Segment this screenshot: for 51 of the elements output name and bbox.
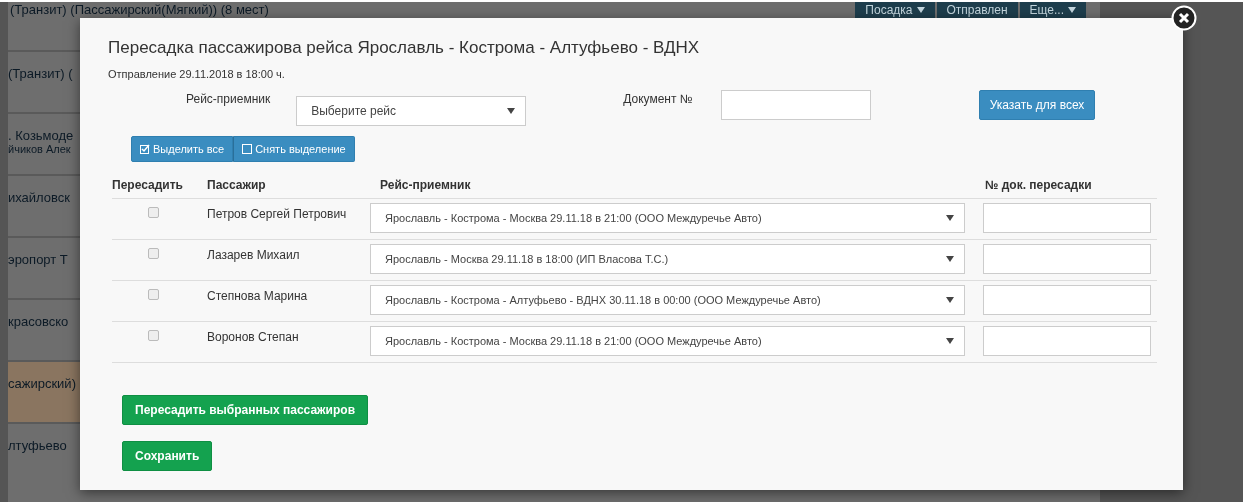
column-header: Рейс-приемник <box>370 174 975 199</box>
caret-icon <box>946 256 954 262</box>
trip-select[interactable]: Ярославль - Москва 29.11.18 в 18:00 (ИП Власова Т.С.) <box>370 244 965 274</box>
column-header: Пересадить <box>112 174 195 199</box>
caret-icon <box>916 7 925 13</box>
status-button[interactable]: Посадка <box>855 2 935 18</box>
row-text: красовско <box>8 314 69 329</box>
trip-select[interactable]: Выберите рейс <box>296 96 527 126</box>
column-header: Пассажир <box>195 174 370 199</box>
passenger-name: Степнова Марина <box>206 288 309 303</box>
caret-icon <box>507 108 516 114</box>
close-icon[interactable] <box>1171 5 1197 31</box>
document-input[interactable] <box>983 285 1151 315</box>
trip-select[interactable]: Ярославль - Кострома - Москва 29.11.18 в 21:00 (ООО Междуречье Авто) <box>370 203 965 233</box>
row-text: йчиков Алек <box>8 143 71 155</box>
row-text: . Козьмоде <box>8 128 74 143</box>
row-text: эропорт Т <box>8 252 68 267</box>
row-text: (Транзит) (Пассажирский(Мягкий)) (8 мест) <box>9 2 269 17</box>
caret-icon <box>946 215 954 221</box>
caret-icon <box>1068 7 1076 13</box>
document-input[interactable] <box>983 326 1151 356</box>
trip-select[interactable]: Ярославль - Кострома - Москва 29.11.18 в 21:00 (ООО Междуречье Авто) <box>370 326 965 356</box>
deselect-button[interactable]: Снять выделение <box>233 136 355 162</box>
row-checkbox[interactable] <box>148 289 159 300</box>
passenger-name: Петров Сергей Петрович <box>206 206 348 221</box>
row-text: ихайловск <box>8 190 71 205</box>
empty-box-icon <box>242 144 253 154</box>
checked-box-icon <box>140 144 150 154</box>
status-button[interactable]: Еще... <box>1019 2 1086 18</box>
departure-text: Отправление 29.11.2018 в 18:00 ч. <box>108 68 286 80</box>
row-checkbox[interactable] <box>148 207 159 218</box>
row-checkbox[interactable] <box>148 248 159 259</box>
apply-all-button[interactable]: Указать для всех <box>978 90 1096 120</box>
row-text: лтуфьево <box>8 438 67 453</box>
document-input[interactable] <box>983 244 1151 274</box>
caret-icon <box>946 297 954 303</box>
caret-icon <box>946 338 954 344</box>
trip-label: Рейс-приемник <box>186 92 271 106</box>
document-label: Документ № <box>623 92 693 106</box>
passenger-name: Лазарев Михаил <box>206 247 301 262</box>
row-text: сажирский) <box>8 376 76 391</box>
column-header: № док. пересадки <box>975 174 1157 199</box>
status-button[interactable]: Отправлен <box>936 2 1018 18</box>
document-input[interactable] <box>983 203 1151 233</box>
row-checkbox[interactable] <box>148 330 159 341</box>
document-input[interactable] <box>720 90 871 120</box>
row-text: (Транзит) ( <box>8 66 73 81</box>
trip-select[interactable]: Ярославль - Кострома - Алтуфьево - ВДНХ 30.11.18 в 00:00 (ООО Междуречье Авто) <box>370 285 965 315</box>
dialog-title: Пересадка пассажирова рейса Ярославль - Кострома - Алтуфьево - ВДНХ <box>108 38 701 58</box>
passenger-name: Воронов Степан <box>206 329 300 344</box>
select-all-button[interactable]: Выделить все <box>131 136 234 162</box>
